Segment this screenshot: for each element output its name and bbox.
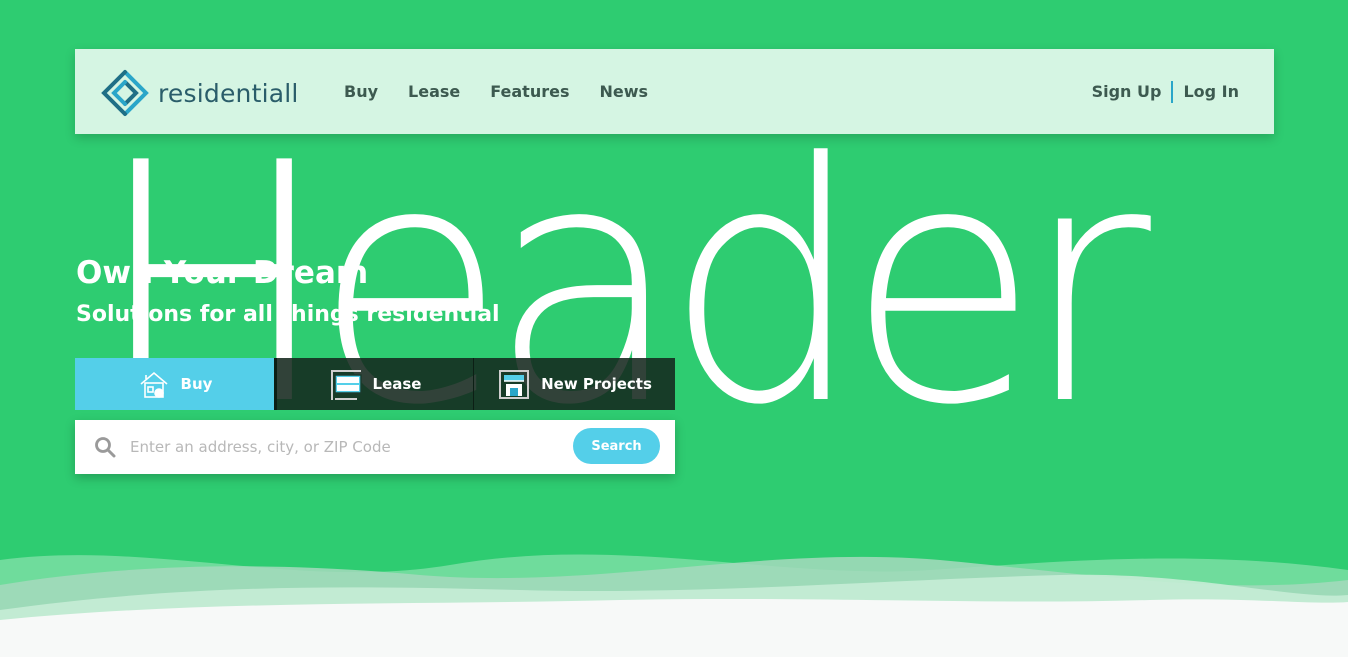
- search-tabs: Buy Lease New Projects: [75, 358, 675, 410]
- search-button[interactable]: Search: [573, 428, 660, 464]
- for-rent-sign-icon: [330, 370, 362, 400]
- tab-new-projects[interactable]: New Projects: [473, 358, 675, 410]
- search-input[interactable]: [130, 432, 570, 462]
- brand-logo[interactable]: residentiall: [100, 68, 299, 118]
- nav-link-lease[interactable]: Lease: [408, 81, 460, 103]
- sign-up-link[interactable]: Sign Up: [1092, 81, 1162, 103]
- nav-link-buy[interactable]: Buy: [344, 81, 378, 103]
- tab-new-projects-label: New Projects: [541, 375, 652, 393]
- tab-buy-label: Buy: [180, 375, 213, 393]
- tab-lease[interactable]: Lease: [274, 358, 473, 410]
- tab-lease-label: Lease: [372, 375, 422, 393]
- tab-buy[interactable]: Buy: [75, 358, 274, 410]
- log-in-link[interactable]: Log In: [1183, 81, 1239, 103]
- auth-divider: [1171, 81, 1174, 103]
- top-navbar: residentiall Buy Lease Features News Sig…: [75, 49, 1274, 134]
- wave-decoration: [0, 554, 1348, 657]
- building-icon: [499, 370, 530, 399]
- hero-subtitle: Solutions for all things residential: [76, 302, 500, 327]
- search-icon: [95, 437, 116, 458]
- main-nav: Buy Lease Features News: [344, 81, 678, 103]
- logo-icon: [101, 70, 149, 116]
- nav-link-features[interactable]: Features: [490, 81, 569, 103]
- search-bar: Search: [75, 420, 675, 474]
- brand-name: residentiall: [158, 78, 299, 108]
- auth-links: Sign Up Log In: [1092, 81, 1239, 103]
- hero-title: Own Your Dream: [76, 255, 369, 291]
- house-icon: [140, 371, 168, 398]
- nav-link-news[interactable]: News: [599, 81, 648, 103]
